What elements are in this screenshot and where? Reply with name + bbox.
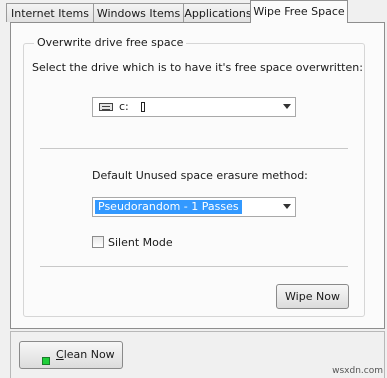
clean-now-button[interactable]: Clean Now — [19, 341, 123, 369]
clean-now-label: Clean Now — [56, 342, 115, 368]
wipe-now-button[interactable]: Wipe Now — [276, 284, 349, 309]
silent-mode-label[interactable]: Silent Mode — [108, 236, 173, 249]
tab-label: Wipe Free Space — [253, 5, 345, 18]
tab-windows-items[interactable]: Windows Items — [93, 3, 184, 22]
tab-label: Internet Items — [11, 7, 89, 20]
tab-label: Applications — [184, 7, 252, 20]
watermark: wsxdn.com — [332, 366, 383, 376]
overwrite-groupbox: Overwrite drive free space Select the dr… — [23, 36, 365, 317]
tab-applications[interactable]: Applications — [183, 3, 253, 22]
group-title: Overwrite drive free space — [34, 36, 187, 49]
method-label: Default Unused space erasure method: — [92, 169, 308, 182]
chevron-down-icon[interactable] — [283, 204, 291, 209]
drive-select[interactable]: c: — [92, 97, 296, 117]
divider — [40, 266, 348, 267]
clean-now-accelerator: C — [56, 348, 64, 361]
divider — [40, 148, 348, 149]
tab-internet-items[interactable]: Internet Items — [6, 3, 94, 22]
tab-label: Windows Items — [96, 7, 181, 20]
drive-icon — [99, 103, 113, 111]
wipe-now-label: Wipe Now — [285, 290, 340, 303]
footer-bar: Clean Now — [10, 331, 385, 378]
silent-mode-checkbox[interactable] — [92, 236, 104, 248]
tab-wipe-free-space[interactable]: Wipe Free Space — [250, 0, 348, 23]
method-value: Pseudorandom - 1 Passes — [95, 200, 242, 214]
tab-strip: Internet Items Windows Items Application… — [6, 0, 386, 23]
drive-cursor — [141, 102, 145, 112]
drive-value: c: — [119, 100, 129, 113]
erasure-method-select[interactable]: Pseudorandom - 1 Passes — [92, 197, 296, 217]
clean-now-label-rest: lean Now — [63, 348, 115, 361]
status-led-icon — [42, 357, 50, 365]
tab-panel: Overwrite drive free space Select the dr… — [10, 22, 385, 329]
chevron-down-icon[interactable] — [283, 104, 291, 109]
drive-prompt: Select the drive which is to have it's f… — [32, 61, 363, 74]
